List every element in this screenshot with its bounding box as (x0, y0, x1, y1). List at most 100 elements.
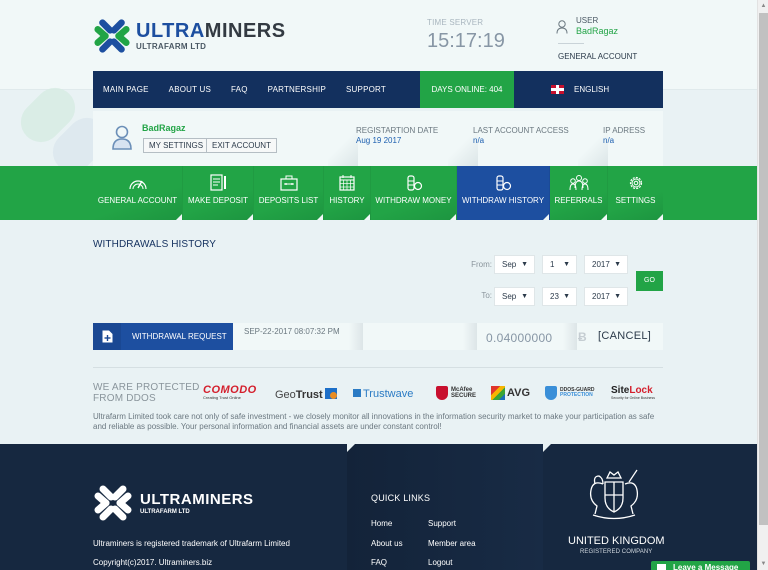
days-online-badge: DAYS ONLINE: 404 (420, 71, 514, 108)
tab-settings[interactable]: SETTINGS (608, 166, 663, 220)
security-description: Ultrafarm Limited took care not only of … (93, 412, 655, 431)
chevron-down-icon: ▼ (563, 293, 570, 300)
nav-faq[interactable]: FAQ (221, 71, 258, 108)
footer-notch (543, 444, 551, 452)
go-button[interactable]: GO (636, 271, 663, 291)
language-selector[interactable]: ENGLISH (551, 71, 609, 108)
trademark-text: Ultraminers is registered trademark of U… (93, 539, 290, 548)
tab-general-account[interactable]: GENERAL ACCOUNT (93, 166, 183, 220)
uk-title: UNITED KINGDOM (568, 535, 665, 547)
mcafee-logo: McAfee SECURE (436, 386, 476, 400)
group-icon (569, 175, 588, 191)
cancel-withdrawal-button[interactable]: [CANCEL] (598, 330, 651, 342)
page-title: WITHDRAWALS HISTORY (93, 239, 217, 250)
chevron-down-icon: ▼ (614, 261, 621, 268)
briefcase-icon (279, 175, 298, 191)
time-server-label: TIME SERVER (427, 18, 484, 27)
footer-brand-subtitle: ULTRAFARM LTD (140, 509, 190, 515)
sitelock-logo: SiteLock Security for Online Business (611, 385, 655, 400)
account-username: BadRagaz (142, 123, 186, 133)
gauge-icon (128, 180, 147, 190)
vertical-scrollbar[interactable]: ▲ ▼ (757, 0, 768, 570)
bitcoin-icon: Ƀ (578, 330, 587, 344)
main-nav: MAIN PAGE ABOUT US FAQ PARTNERSHIP SUPPO… (93, 71, 663, 108)
divider (93, 367, 663, 368)
chevron-down-icon: ▼ (521, 261, 528, 268)
chevron-down-icon: ▼ (614, 293, 621, 300)
my-settings-button[interactable]: MY SETTINGS (143, 138, 210, 153)
avg-logo: AVG (491, 386, 530, 400)
scroll-down-arrow-icon[interactable]: ▼ (758, 558, 768, 570)
from-day-select[interactable]: 1 ▼ (542, 255, 577, 274)
nav-support[interactable]: SUPPORT (336, 71, 396, 108)
withdrawal-amount: 0.04000000 (486, 331, 553, 345)
time-server-value: 15:17:19 (427, 30, 505, 52)
to-year-select[interactable]: 2017 ▼ (584, 287, 628, 306)
nav-main-page[interactable]: MAIN PAGE (93, 71, 159, 108)
footer-link-member-area[interactable]: Member area (428, 539, 476, 548)
uk-coat-of-arms-icon (589, 469, 639, 520)
divider (463, 323, 477, 350)
divider (328, 111, 358, 166)
divider (349, 323, 363, 350)
scrollbar-thumb[interactable] (759, 13, 768, 525)
from-year-select[interactable]: 2017 ▼ (584, 255, 628, 274)
document-plus-icon (102, 330, 113, 343)
tab-make-deposit[interactable]: MAKE DEPOSIT (183, 166, 254, 220)
divider (563, 323, 577, 350)
quick-links-title: QUICK LINKS (371, 493, 431, 503)
registration-date: REGISTARTION DATE Aug 19 2017 (356, 126, 439, 145)
account-panel: BadRagaz MY SETTINGS EXIT ACCOUNT REGIST… (93, 111, 663, 166)
user-label: USER (576, 16, 599, 25)
footer-link-logout[interactable]: Logout (428, 558, 452, 567)
footer-logo[interactable]: ULTRAMINERS ULTRAFARM LTD (93, 483, 254, 523)
tab-history[interactable]: HISTORY (324, 166, 371, 220)
to-day-select[interactable]: 23 ▼ (542, 287, 577, 306)
document-pen-icon (210, 174, 226, 191)
coins-icon (496, 175, 512, 191)
footer-link-support[interactable]: Support (428, 519, 456, 528)
logo[interactable]: ULTRAMINERS ULTRAFARM LTD (93, 17, 286, 55)
page: ULTRAMINERS ULTRAFARM LTD TIME SERVER 15… (0, 0, 757, 570)
tab-referrals[interactable]: REFERRALS (550, 166, 608, 220)
trustwave-logo: Trustwave (353, 388, 413, 400)
comodo-logo: COMODO Creating Trust Online (203, 384, 257, 400)
divider (558, 43, 584, 44)
ddos-guard-logo: DDOS-GUARD PROTECTION (545, 386, 594, 400)
to-month-select[interactable]: Sep ▼ (494, 287, 535, 306)
footer-brand: ULTRAMINERS (140, 491, 254, 508)
exit-account-button[interactable]: EXIT ACCOUNT (206, 138, 277, 153)
coins-icon (406, 175, 422, 191)
scroll-up-arrow-icon[interactable]: ▲ (758, 0, 768, 12)
account-tabs: GENERAL ACCOUNT MAKE DEPOSIT DEPOSITS LI… (93, 166, 663, 220)
ip-address: IP ADRESS n/a (603, 126, 646, 145)
language-label: ENGLISH (574, 85, 610, 94)
leave-message-button[interactable]: Leave a Message (651, 561, 750, 570)
nav-about-us[interactable]: ABOUT US (159, 71, 221, 108)
envelope-icon (657, 564, 666, 570)
time-server: TIME SERVER 15:17:19 (405, 0, 535, 70)
last-account-access: LAST ACCOUNT ACCESS n/a (473, 126, 569, 145)
tab-deposits-list[interactable]: DEPOSITS LIST (254, 166, 324, 220)
footer-quick-links-column (347, 444, 543, 570)
uk-subtitle: REGISTERED COMPANY (580, 549, 653, 555)
tab-withdraw-history[interactable]: WITHDRAW HISTORY (457, 166, 550, 220)
footer-link-faq[interactable]: FAQ (371, 558, 387, 567)
user-name: BadRagaz (576, 26, 619, 36)
geotrust-logo: GeoTrust (275, 388, 337, 401)
footer-link-about-us[interactable]: About us (371, 539, 403, 548)
tab-withdraw-money[interactable]: WITHDRAW MONEY (371, 166, 457, 220)
from-label: From: (471, 260, 492, 269)
logo-mark-icon (94, 485, 132, 521)
calendar-icon (339, 175, 355, 191)
from-month-select[interactable]: Sep ▼ (494, 255, 535, 274)
logo-mark-icon (94, 19, 130, 53)
user-icon (556, 20, 568, 34)
brand-subtitle: ULTRAFARM LTD (136, 42, 207, 51)
nav-partnership[interactable]: PARTNERSHIP (258, 71, 336, 108)
footer-link-home[interactable]: Home (371, 519, 392, 528)
to-label: To: (481, 291, 492, 300)
footer-notch (347, 444, 355, 452)
gear-icon (629, 176, 642, 190)
brand-name: ULTRAMINERS (136, 20, 286, 42)
